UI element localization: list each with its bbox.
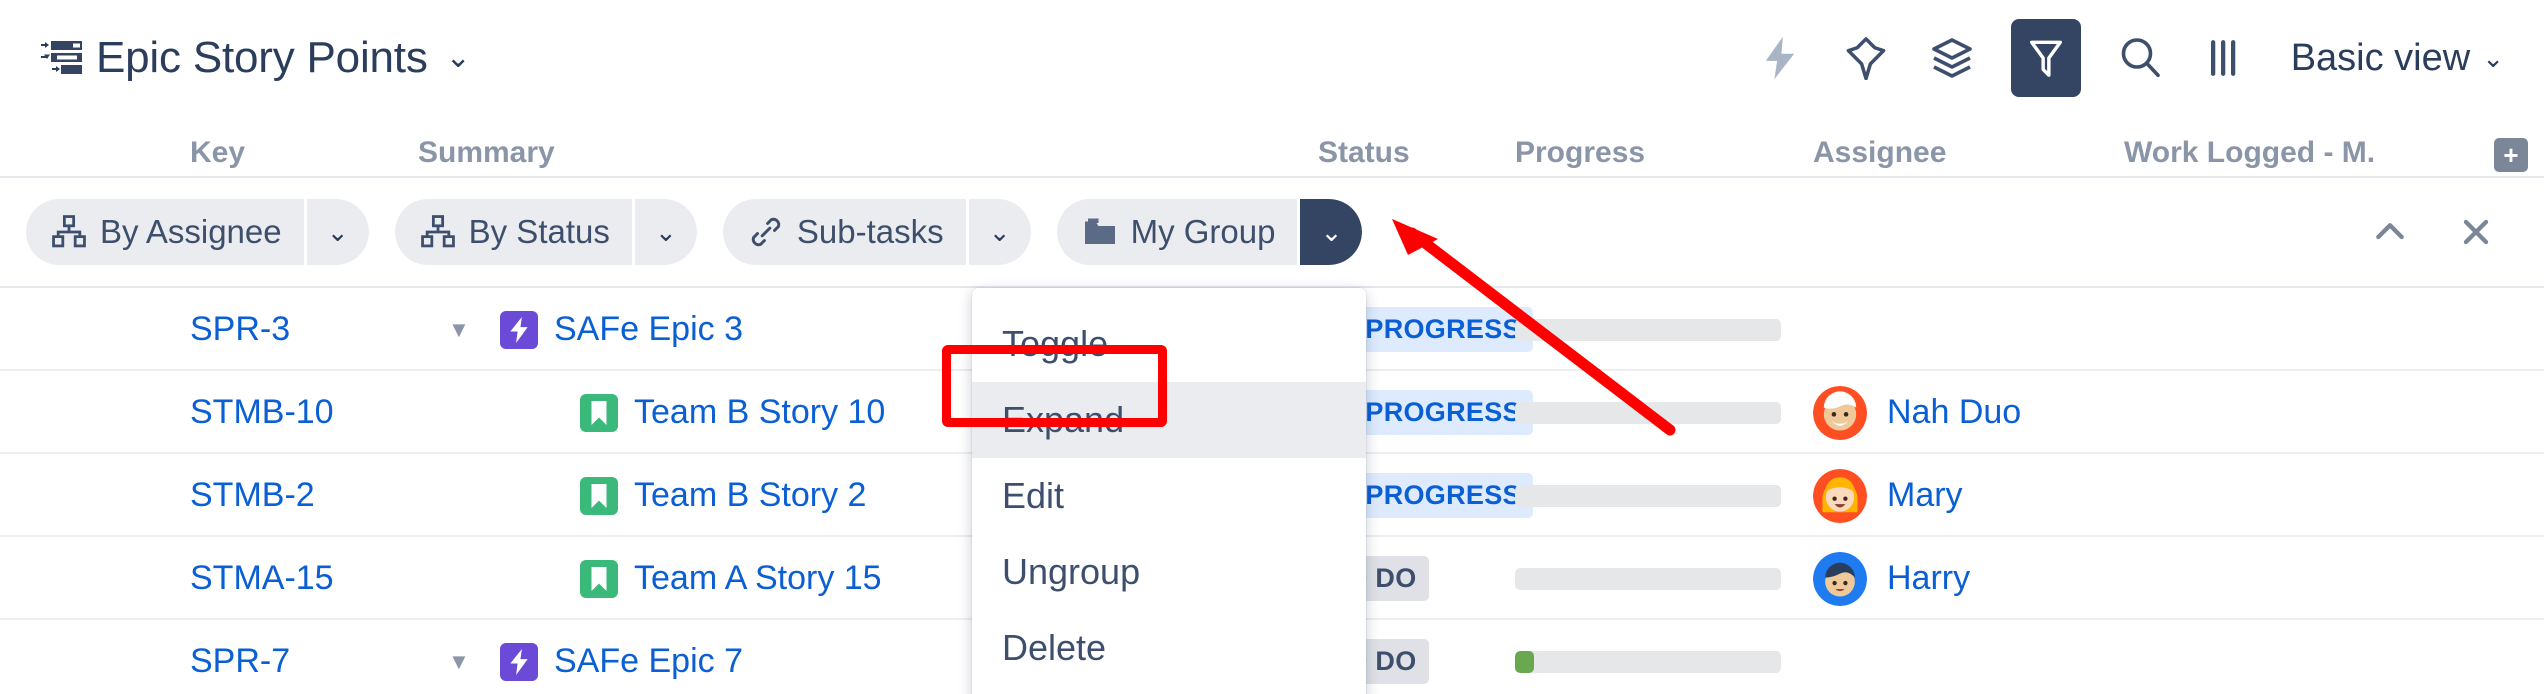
chip-by-status-label: By Status <box>468 213 610 250</box>
row-progress-cell <box>1515 288 1781 371</box>
row-summary-cell: Team A Story 15 <box>580 537 882 620</box>
chip-sub-tasks-chevron-down-icon[interactable]: ⌄ <box>968 199 1031 265</box>
row-summary-cell: SAFe Epic 3 <box>500 288 743 371</box>
chip-by-status[interactable]: By Status ⌄ <box>394 199 697 265</box>
chip-my-group-chevron-down-icon[interactable]: ⌄ <box>1300 199 1363 265</box>
row-expand-toggle-icon[interactable]: ▼ <box>448 288 470 371</box>
grouping-filter-bar: By Assignee ⌄ By Status ⌄ Sub-tasks ⌄ My… <box>0 178 2544 288</box>
search-icon[interactable] <box>2113 31 2167 85</box>
progress-bar <box>1515 567 1781 590</box>
assignee-name[interactable]: Harry <box>1887 559 1970 598</box>
story-bookmark-icon <box>580 476 618 515</box>
link-icon <box>751 217 781 247</box>
row-assignee-cell[interactable]: Harry <box>1813 537 1970 620</box>
row-progress-cell <box>1515 454 1781 537</box>
page-title-group[interactable]: Epic Story Points ⌄ <box>40 33 471 83</box>
progress-bar <box>1515 650 1781 673</box>
column-header-assignee[interactable]: Assignee <box>1813 136 1946 170</box>
filter-icon[interactable] <box>2010 19 2081 97</box>
chevron-up-icon[interactable] <box>2370 212 2410 252</box>
grouping-bar-actions <box>2370 212 2496 252</box>
menu-item-delete[interactable]: Delete <box>972 610 1366 686</box>
chip-by-assignee[interactable]: By Assignee ⌄ <box>26 199 369 265</box>
add-column-button[interactable]: + <box>2494 138 2528 172</box>
view-selector-chevron-down-icon: ⌄ <box>2482 42 2504 73</box>
row-summary-cell: SAFe Epic 7 <box>500 620 743 694</box>
row-key[interactable]: SPR-7 <box>190 620 290 694</box>
assignee-name[interactable]: Mary <box>1887 476 1963 515</box>
row-key[interactable]: STMB-10 <box>190 371 334 454</box>
folder-icon <box>1084 218 1115 244</box>
chip-by-assignee-label: By Assignee <box>100 213 282 250</box>
top-bar-actions: Basic view ⌄ <box>1753 19 2504 97</box>
row-expand-toggle-icon[interactable]: ▼ <box>448 620 470 694</box>
jira-structure-grid: Epic Story Points ⌄ Basic view ⌄ Key Sum… <box>0 0 2544 694</box>
group-context-menu: Toggle Expand Edit Ungroup Delete <box>972 288 1366 694</box>
hierarchy-icon <box>420 215 455 248</box>
view-selector[interactable]: Basic view ⌄ <box>2291 37 2504 80</box>
chip-by-assignee-chevron-down-icon[interactable]: ⌄ <box>306 199 369 265</box>
avatar <box>1813 385 1867 440</box>
row-summary[interactable]: SAFe Epic 7 <box>554 642 743 681</box>
column-header-work-logged[interactable]: Work Logged - M. <box>2124 136 2375 170</box>
row-summary[interactable]: Team B Story 2 <box>634 476 866 515</box>
menu-item-expand[interactable]: Expand <box>972 382 1366 458</box>
row-assignee-cell[interactable]: Nah Duo <box>1813 371 2021 454</box>
epic-lightning-icon <box>500 310 538 349</box>
row-key[interactable]: STMB-2 <box>190 454 315 537</box>
progress-bar <box>1515 401 1781 424</box>
row-summary[interactable]: Team A Story 15 <box>634 559 882 598</box>
hierarchy-icon <box>52 215 86 248</box>
row-assignee-cell[interactable]: Mary <box>1813 454 1963 537</box>
pin-icon[interactable] <box>1839 31 1893 85</box>
column-header-key[interactable]: Key <box>190 136 245 170</box>
chip-by-status-body[interactable]: By Status <box>394 199 632 265</box>
row-summary-cell: Team B Story 2 <box>580 454 866 537</box>
row-progress-cell <box>1515 371 1781 454</box>
assignee-name[interactable]: Nah Duo <box>1887 393 2021 432</box>
page-title-chevron-down-icon[interactable]: ⌄ <box>446 43 471 73</box>
chip-my-group-label: My Group <box>1130 213 1276 250</box>
chip-my-group-body[interactable]: My Group <box>1056 199 1298 265</box>
automation-lightning-icon[interactable] <box>1753 31 1807 85</box>
menu-item-ungroup[interactable]: Ungroup <box>972 534 1366 610</box>
chip-sub-tasks[interactable]: Sub-tasks ⌄ <box>722 199 1031 265</box>
progress-bar <box>1515 484 1781 507</box>
row-progress-cell <box>1515 620 1781 694</box>
layers-icon[interactable] <box>1925 31 1979 85</box>
column-header-summary[interactable]: Summary <box>418 136 555 170</box>
chip-by-assignee-body[interactable]: By Assignee <box>26 199 304 265</box>
column-header-row: Key Summary Status Progress Assignee Wor… <box>0 116 2544 178</box>
avatar <box>1813 551 1867 606</box>
row-key[interactable]: STMA-15 <box>190 537 334 620</box>
menu-item-toggle[interactable]: Toggle <box>972 306 1366 382</box>
row-summary[interactable]: Team B Story 10 <box>634 393 885 432</box>
column-header-status[interactable]: Status <box>1318 136 1410 170</box>
page-title: Epic Story Points <box>96 33 428 82</box>
chip-sub-tasks-label: Sub-tasks <box>796 213 944 250</box>
hierarchy-list-icon <box>41 41 82 74</box>
row-key[interactable]: SPR-3 <box>190 288 290 371</box>
chip-my-group[interactable]: My Group ⌄ <box>1056 199 1363 265</box>
columns-icon[interactable] <box>2199 31 2253 85</box>
top-bar: Epic Story Points ⌄ Basic view ⌄ <box>0 0 2544 116</box>
close-icon[interactable] <box>2456 212 2496 252</box>
row-summary-cell: Team B Story 10 <box>580 371 885 454</box>
epic-lightning-icon <box>500 642 538 681</box>
avatar <box>1813 468 1867 523</box>
chip-sub-tasks-body[interactable]: Sub-tasks <box>722 199 966 265</box>
chip-by-status-chevron-down-icon[interactable]: ⌄ <box>634 199 697 265</box>
column-header-progress[interactable]: Progress <box>1515 136 1645 170</box>
row-summary[interactable]: SAFe Epic 3 <box>554 310 743 349</box>
view-selector-label: Basic view <box>2290 36 2471 79</box>
progress-bar <box>1515 318 1781 341</box>
menu-item-edit[interactable]: Edit <box>972 458 1366 534</box>
row-progress-cell <box>1515 537 1781 620</box>
story-bookmark-icon <box>580 559 618 598</box>
story-bookmark-icon <box>580 393 618 432</box>
